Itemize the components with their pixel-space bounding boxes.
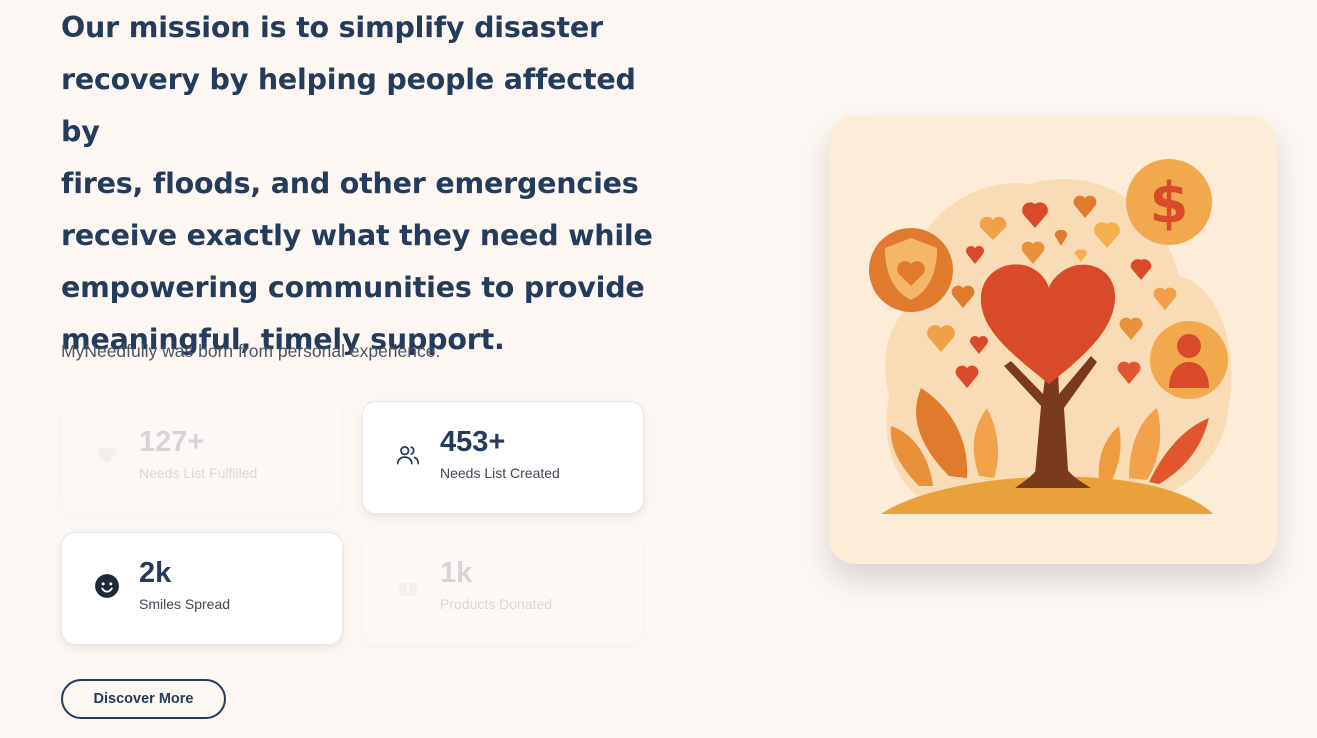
- mission-line: recovery by helping people affected by: [61, 63, 636, 148]
- mission-line: receive exactly what they need while: [61, 219, 653, 252]
- subtitle: MyNeedfully was born from personal exper…: [61, 341, 441, 361]
- heart-hand-icon: [97, 447, 117, 464]
- mission-heading: Our mission is to simplify disaster reco…: [61, 2, 661, 366]
- smile-icon: [95, 574, 119, 598]
- giving-tree-image: $: [869, 159, 1232, 514]
- stat-card-smiles-spread: 2k Smiles Spread: [61, 532, 343, 645]
- stat-card-needs-fulfilled: 127+ Needs List Fulfilled: [61, 401, 343, 514]
- mission-line: Our mission is to simplify disaster: [61, 11, 603, 44]
- stat-label: Products Donated: [440, 596, 553, 612]
- stat-label: Smiles Spread: [139, 596, 231, 612]
- users-icon: [396, 446, 420, 465]
- svg-text:$: $: [1150, 171, 1189, 236]
- stat-label: Needs List Fulfilled: [139, 465, 258, 481]
- giving-tree-illustration: $: [829, 116, 1277, 564]
- stat-value: 1k: [440, 557, 473, 589]
- gift-icon: [399, 578, 417, 596]
- mission-line: empowering communities to provide: [61, 271, 645, 304]
- stat-card-needs-created: 453+ Needs List Created: [362, 401, 644, 514]
- stat-value: 2k: [139, 557, 172, 589]
- stat-value: 127+: [139, 426, 205, 458]
- stat-value: 453+: [440, 426, 506, 458]
- stat-card-products-donated: 1k Products Donated: [362, 532, 644, 645]
- discover-more-button[interactable]: Discover More: [61, 679, 226, 719]
- stat-label: Needs List Created: [440, 465, 560, 481]
- mission-line: fires, floods, and other emergencies: [61, 167, 639, 200]
